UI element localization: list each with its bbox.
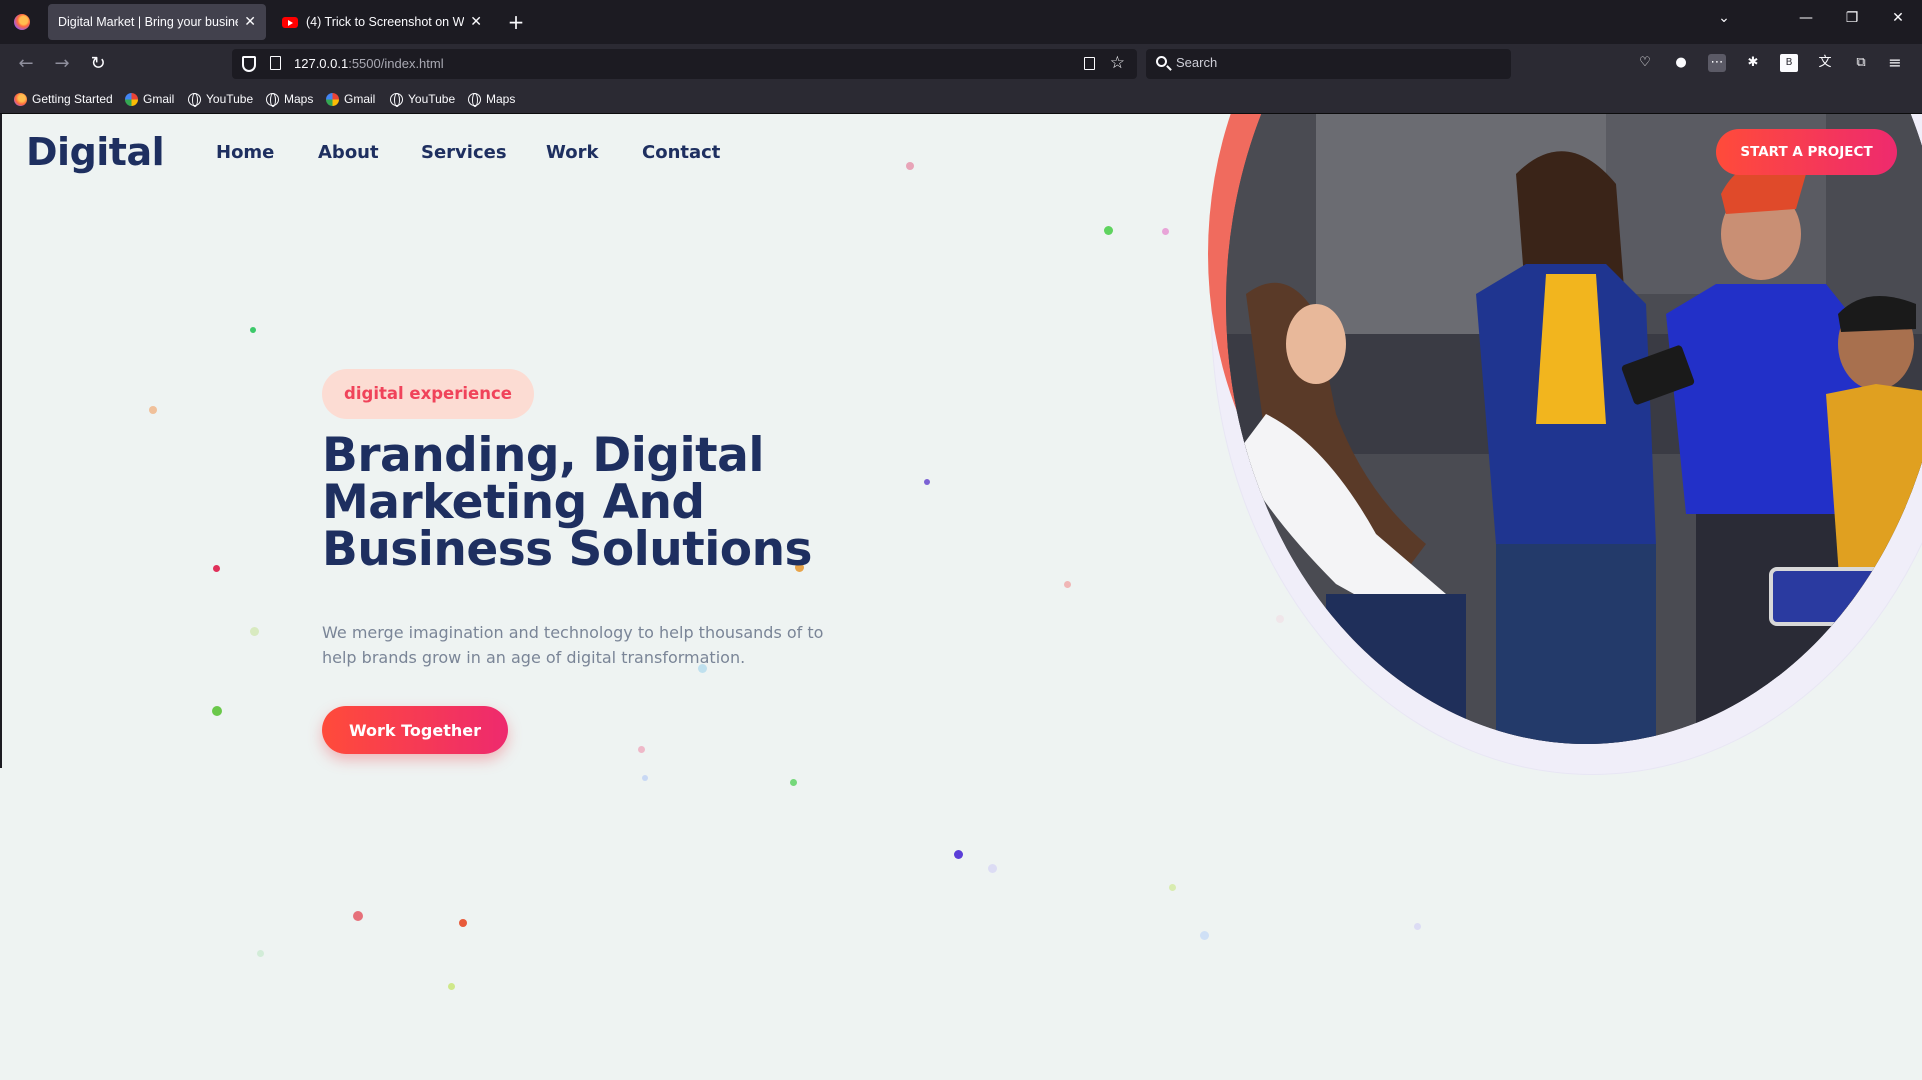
restore-button[interactable]: ❐ (1840, 10, 1864, 26)
bookmark-gmail[interactable]: Gmail (125, 90, 174, 108)
url-host: 127.0.0.1 (294, 56, 349, 71)
url-text[interactable]: 127.0.0.1:5500/index.html (294, 56, 444, 71)
particle-dot (790, 779, 797, 786)
hero-description: We merge imagination and technology to h… (322, 623, 824, 667)
shield-icon[interactable] (242, 56, 256, 72)
headline-line: Marketing And (322, 475, 705, 530)
tab-youtube[interactable]: (4) Trick to Screenshot on Wind ✕ (272, 4, 492, 40)
particle-dot (1104, 226, 1113, 235)
bookmarks-toolbar: Getting Started Gmail YouTube Maps Gmail… (0, 84, 1922, 114)
page-icon[interactable] (270, 56, 281, 70)
bookmark-maps[interactable]: Maps (266, 90, 313, 108)
bookmark-getting-started[interactable]: Getting Started (14, 90, 113, 108)
address-bar[interactable]: 127.0.0.1:5500/index.html ☆ (232, 49, 1137, 79)
headline-line: Business Solutions (322, 522, 813, 577)
url-path: :5500/index.html (348, 56, 444, 71)
particle-dot (906, 162, 914, 170)
tab-digital-market[interactable]: Digital Market | Bring your business ✕ (48, 4, 266, 40)
left-edge (0, 114, 2, 768)
work-together-button[interactable]: Work Together (322, 706, 508, 754)
bookmark-label: Gmail (143, 92, 175, 106)
reload-icon[interactable]: ↻ (86, 52, 110, 76)
particle-dot (638, 746, 645, 753)
close-icon[interactable]: ✕ (244, 14, 256, 30)
particle-dot (1162, 228, 1169, 235)
hero-headline: Branding, Digital Marketing And Business… (322, 432, 882, 573)
bookmark-label: YouTube (408, 92, 456, 106)
nav-home[interactable]: Home (216, 142, 274, 163)
bookmark-maps-2[interactable]: Maps (468, 90, 515, 108)
nav-about[interactable]: About (318, 142, 379, 163)
hero-image (1226, 114, 1922, 744)
particle-dot (1414, 923, 1421, 930)
pocket-icon[interactable]: ♡ (1636, 54, 1654, 72)
particle-dot (642, 775, 648, 781)
globe-icon (390, 92, 403, 107)
bookmark-youtube-2[interactable]: YouTube (390, 90, 455, 108)
close-icon[interactable]: ✕ (470, 14, 482, 30)
bookmark-gmail-2[interactable]: Gmail (326, 90, 375, 108)
settings-extension-icon[interactable]: ✱ (1744, 54, 1762, 72)
nav-services[interactable]: Services (421, 142, 507, 163)
particle-dot (1064, 581, 1071, 588)
firefox-icon (14, 92, 27, 106)
start-project-button[interactable]: START A PROJECT (1716, 129, 1897, 175)
new-tab-button[interactable]: + (504, 8, 528, 36)
list-all-tabs-icon[interactable]: ⌄ (1712, 10, 1736, 26)
particle-dot (448, 983, 455, 990)
extensions-icon[interactable]: ⧉ (1852, 54, 1870, 72)
bookmark-label: Gmail (344, 92, 376, 106)
firefox-icon[interactable] (14, 14, 30, 30)
youtube-icon (282, 16, 298, 28)
particle-dot (924, 479, 930, 485)
headline-line: Branding, Digital (322, 428, 764, 483)
google-icon (125, 92, 138, 106)
team-photo-illustration (1226, 114, 1922, 744)
particle-dot (250, 327, 256, 333)
bookmark-label: Maps (284, 92, 314, 106)
nav-work[interactable]: Work (546, 142, 598, 163)
particle-dot (213, 565, 220, 572)
particle-dot (212, 706, 222, 716)
particle-dot (250, 627, 259, 636)
site-logo[interactable]: Digital (26, 130, 165, 174)
globe-icon (468, 92, 481, 107)
browser-toolbar: ← → ↻ 127.0.0.1:5500/index.html ☆ ♡ ● ⋯ … (0, 44, 1922, 84)
particle-dot (353, 911, 363, 921)
reader-view-icon[interactable] (1084, 57, 1095, 70)
particle-dot (1169, 884, 1176, 891)
bookmark-extension-icon[interactable]: B (1780, 54, 1798, 72)
back-icon[interactable]: ← (14, 52, 38, 76)
particle-dot (954, 850, 963, 859)
tab-title: Digital Market | Bring your business (58, 15, 239, 29)
nav-contact[interactable]: Contact (642, 142, 720, 163)
particle-dot (149, 406, 157, 414)
particle-dot (459, 919, 467, 927)
close-window-button[interactable]: ✕ (1886, 10, 1910, 26)
translate-icon[interactable]: 文 (1816, 54, 1834, 72)
search-input[interactable] (1176, 55, 1476, 70)
bookmark-star-icon[interactable]: ☆ (1110, 53, 1125, 73)
particle-dot (988, 864, 997, 873)
globe-icon (266, 92, 279, 107)
search-icon (1156, 56, 1167, 67)
menu-icon[interactable]: ≡ (1886, 54, 1904, 72)
tab-title: (4) Trick to Screenshot on Wind (306, 15, 465, 29)
page-viewport: Digital Home About Services Work Contact… (0, 114, 1922, 1080)
forward-icon[interactable]: → (50, 52, 74, 76)
globe-icon (188, 92, 201, 107)
bookmark-label: Getting Started (32, 92, 113, 106)
extension-circle-icon[interactable]: ● (1672, 54, 1690, 72)
bookmark-label: Maps (486, 92, 516, 106)
minimize-button[interactable]: — (1794, 10, 1818, 26)
browser-tab-bar: Digital Market | Bring your business ✕ (… (0, 0, 1922, 44)
particle-dot (257, 950, 264, 957)
bookmark-label: YouTube (206, 92, 254, 106)
google-icon (326, 92, 339, 106)
hero-tag: digital experience (322, 369, 534, 419)
bookmark-youtube[interactable]: YouTube (188, 90, 253, 108)
search-bar[interactable] (1146, 49, 1511, 79)
particle-dot (1200, 931, 1209, 940)
password-manager-icon[interactable]: ⋯ (1708, 54, 1726, 72)
